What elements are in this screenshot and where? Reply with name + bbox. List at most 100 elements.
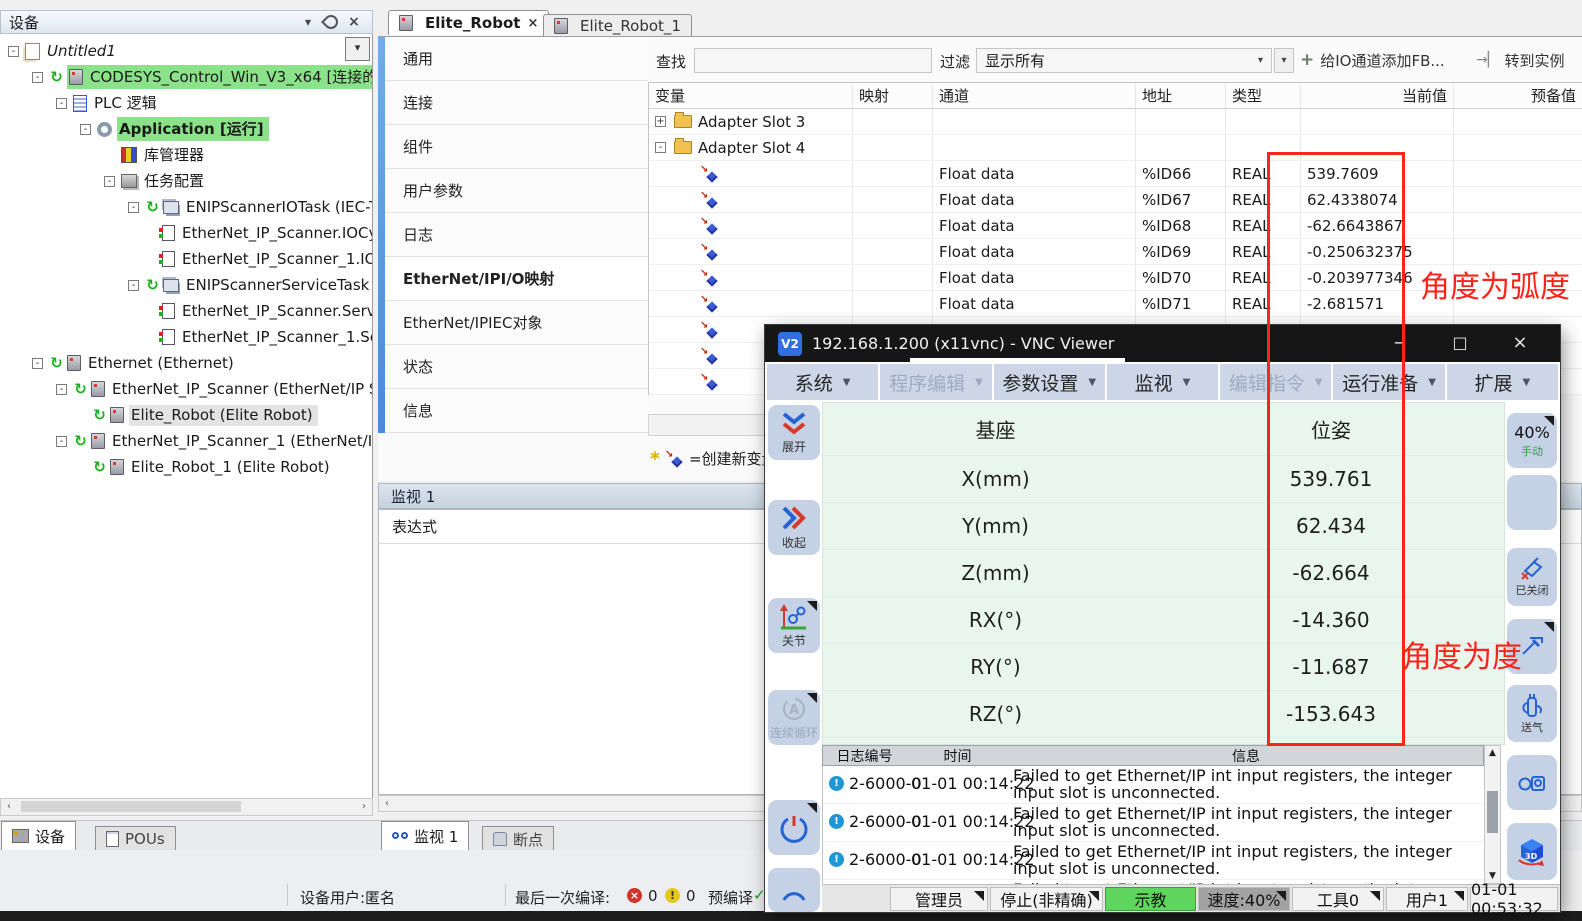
log-row[interactable]: ! 2-6000-0 01-01 00:14:22 Failed to get … — [823, 842, 1484, 880]
collapse-toggle-icon[interactable]: - — [32, 358, 43, 369]
tab-devices[interactable]: 设备 — [1, 821, 76, 850]
collapse-toggle-icon[interactable]: - — [56, 98, 67, 109]
speed-button[interactable]: 速度:40% — [1198, 887, 1290, 911]
tab-close-icon[interactable]: × — [527, 16, 538, 31]
collapse-toggle-icon[interactable]: - — [56, 436, 67, 447]
tree-item-iocycle[interactable]: EtherNet_IP_Scanner.IOCyc — [0, 220, 372, 246]
tree-item-task-config[interactable]: - 任务配置 — [0, 168, 372, 194]
collapse-button[interactable]: 收起 — [768, 500, 820, 555]
tab-breakpoints[interactable]: 断点 — [482, 826, 554, 851]
collapse-toggle-icon[interactable]: - — [56, 384, 67, 395]
tree-item-library-manager[interactable]: 库管理器 — [0, 142, 372, 168]
sidemenu-iec-objects[interactable]: EtherNet/IPIEC对象 — [385, 301, 648, 345]
blank-rail-button[interactable] — [1507, 475, 1557, 530]
tool-rail-button[interactable] — [1507, 619, 1557, 674]
vnc-titlebar[interactable]: V2 192.168.1.200 (x11vnc) - VNC Viewer −… — [765, 325, 1560, 362]
table-row[interactable]: ↘ Float data%ID69 REAL-0.250632375 — [649, 239, 1582, 265]
filter-extra-dropdown[interactable]: ▾ — [1274, 48, 1294, 73]
sidemenu-io-mapping[interactable]: EtherNet/IPI/O映射 — [385, 257, 648, 301]
menu-run-prepare[interactable]: 运行准备▼ — [1333, 364, 1444, 400]
camera-button[interactable] — [1507, 755, 1557, 810]
project-combo-dropdown[interactable]: ▾ — [345, 37, 370, 61]
log-scrollbar[interactable]: ▲ ▼ — [1484, 745, 1501, 884]
expand-icon[interactable]: + — [655, 116, 666, 127]
collapse-toggle-icon[interactable]: - — [80, 124, 91, 135]
panel-dropdown-icon[interactable]: ▾ — [298, 15, 318, 29]
table-group-row[interactable]: - Adapter Slot 4 — [649, 135, 1582, 161]
power-button[interactable] — [768, 800, 820, 855]
pin-icon[interactable] — [321, 12, 341, 32]
mapping-cell[interactable] — [853, 213, 933, 239]
filter-dropdown[interactable]: 显示所有 ▾ — [976, 48, 1272, 73]
menu-edit-instruction[interactable]: 编辑指令▼ — [1220, 364, 1331, 400]
tree-item-service-task[interactable]: - ↻ ENIPScannerServiceTask (IEC — [0, 272, 372, 298]
tool-button[interactable]: 工具0 — [1292, 887, 1384, 911]
sidemenu-information[interactable]: 信息 — [385, 389, 648, 433]
torch-off-button[interactable]: 已关闭 — [1507, 548, 1557, 606]
table-row[interactable]: ↘ Float data%ID71 REAL-2.681571 — [649, 291, 1582, 317]
table-row[interactable]: ↘ Float data%ID68 REAL-62.6643867 — [649, 213, 1582, 239]
log-list[interactable]: ! 2-6000-0 01-01 00:14:22 Failed to get … — [822, 766, 1484, 884]
devices-hscrollbar[interactable]: ‹ › — [0, 798, 373, 816]
mapping-cell[interactable] — [853, 265, 933, 291]
tree-item-ethernet[interactable]: - ↻ Ethernet (Ethernet) — [0, 350, 372, 376]
user-role-button[interactable]: 管理员 — [890, 887, 988, 911]
tree-item-iocycle-1[interactable]: EtherNet_IP_Scanner_1.IOC — [0, 246, 372, 272]
joint-jog-button[interactable]: 关节 — [768, 598, 820, 653]
tab-elite-robot[interactable]: Elite_Robot × — [388, 10, 549, 35]
collapse-toggle-icon[interactable]: - — [32, 72, 43, 83]
tree-item-plc-device[interactable]: - ↻ CODESYS_Control_Win_V3_x64 [连接的] (CC — [0, 64, 372, 90]
maximize-icon[interactable]: □ — [1440, 329, 1480, 357]
menu-program-edit[interactable]: 程序编辑▼ — [880, 364, 991, 400]
tab-elite-robot-1[interactable]: Elite_Robot_1 — [543, 14, 692, 36]
panel-close-icon[interactable]: × — [344, 14, 364, 30]
extra-rail-button[interactable] — [768, 868, 820, 912]
view-3d-button[interactable]: 3D — [1507, 823, 1557, 880]
collapse-toggle-icon[interactable]: - — [128, 202, 139, 213]
tree-item-elite-robot[interactable]: ↻ Elite_Robot (Elite Robot) — [0, 402, 372, 428]
tree-item-elite-robot-1[interactable]: ↻ Elite_Robot_1 (Elite Robot) — [0, 454, 372, 480]
sidemenu-general[interactable]: 通用 — [385, 37, 648, 81]
tree-item-plc-logic[interactable]: - PLC 逻辑 — [0, 90, 372, 116]
expand-button[interactable]: 展开 — [768, 405, 820, 460]
sidemenu-user-params[interactable]: 用户参数 — [385, 169, 648, 213]
mapping-cell[interactable] — [853, 291, 933, 317]
log-row[interactable]: ! 2-6000-0 01-01 00:14:22 Failed to get … — [823, 804, 1484, 842]
tree-item-project[interactable]: - Untitled1 — [0, 38, 372, 64]
tree-item-service-call-1[interactable]: EtherNet_IP_Scanner_1.Ser — [0, 324, 372, 350]
teach-mode-button[interactable]: 示教 — [1105, 887, 1196, 911]
tree-item-service-call[interactable]: EtherNet_IP_Scanner.Servic — [0, 298, 372, 324]
sidemenu-status[interactable]: 状态 — [385, 345, 648, 389]
menu-system[interactable]: 系统▼ — [767, 364, 878, 400]
collapse-icon[interactable]: - — [655, 142, 666, 153]
scroll-left-icon[interactable]: ‹ — [380, 797, 394, 811]
tree-item-scanner[interactable]: - ↻ EtherNet_IP_Scanner (EtherNet/IP Sc — [0, 376, 372, 402]
continuous-cycle-button[interactable]: A 连续循环 — [768, 690, 820, 745]
table-row[interactable]: ↘ Float data%ID70 REAL-0.203977346 — [649, 265, 1582, 291]
menu-monitor[interactable]: 监视▼ — [1107, 364, 1218, 400]
tree-item-application[interactable]: - Application [运行] — [0, 116, 372, 142]
scroll-right-icon[interactable]: › — [357, 800, 371, 814]
scroll-thumb[interactable] — [21, 801, 241, 812]
scroll-up-icon[interactable]: ▲ — [1485, 748, 1500, 758]
table-group-row[interactable]: + Adapter Slot 3 — [649, 109, 1582, 135]
speed-rail-button[interactable]: 40% 手动 — [1507, 413, 1557, 468]
menu-extend[interactable]: 扩展▼ — [1447, 364, 1558, 400]
collapse-toggle-icon[interactable]: - — [128, 280, 139, 291]
goto-instance-button[interactable]: →▏ 转到实例 — [1476, 46, 1565, 74]
user-frame-button[interactable]: 用户1 — [1386, 887, 1468, 911]
add-fb-button[interactable]: + 给IO通道添加FB... — [1300, 46, 1445, 74]
run-state-button[interactable]: 停止(非精确) — [990, 887, 1103, 911]
table-row[interactable]: ↘ Float data%ID67 REAL62.4338074 — [649, 187, 1582, 213]
collapse-toggle-icon[interactable]: - — [104, 176, 115, 187]
mapping-cell[interactable] — [853, 161, 933, 187]
menu-param-settings[interactable]: 参数设置▼ — [994, 364, 1105, 400]
scroll-left-icon[interactable]: ‹ — [2, 800, 16, 814]
minimize-icon[interactable]: − — [1380, 329, 1420, 357]
mapping-cell[interactable] — [853, 187, 933, 213]
scroll-thumb[interactable] — [1487, 791, 1498, 833]
collapse-toggle-icon[interactable]: - — [8, 46, 19, 57]
sidemenu-log[interactable]: 日志 — [385, 213, 648, 257]
tab-watch-1[interactable]: 监视 1 — [381, 821, 469, 850]
find-input[interactable] — [694, 48, 932, 73]
